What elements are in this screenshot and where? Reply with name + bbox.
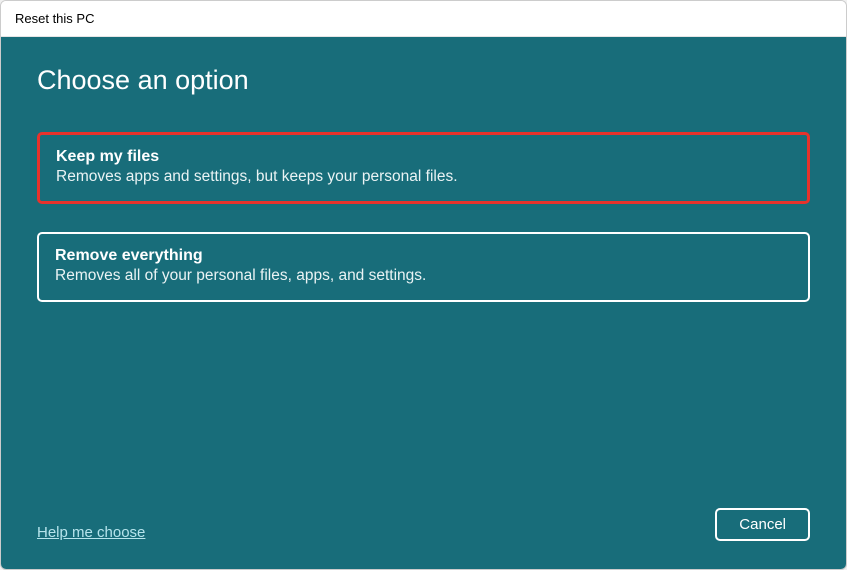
window-titlebar: Reset this PC	[1, 1, 846, 37]
dialog-content: Choose an option Keep my files Removes a…	[1, 37, 846, 569]
option-description: Removes apps and settings, but keeps you…	[56, 168, 791, 186]
page-heading: Choose an option	[37, 65, 810, 96]
reset-pc-window: Reset this PC Choose an option Keep my f…	[0, 0, 847, 570]
cancel-button[interactable]: Cancel	[715, 508, 810, 541]
option-title: Remove everything	[55, 247, 792, 265]
option-title: Keep my files	[56, 148, 791, 166]
window-title: Reset this PC	[15, 11, 94, 26]
option-description: Removes all of your personal files, apps…	[55, 267, 792, 285]
dialog-footer: Help me choose Cancel	[37, 508, 810, 547]
option-keep-my-files[interactable]: Keep my files Removes apps and settings,…	[37, 132, 810, 204]
option-remove-everything[interactable]: Remove everything Removes all of your pe…	[37, 232, 810, 302]
help-me-choose-link[interactable]: Help me choose	[37, 524, 145, 541]
